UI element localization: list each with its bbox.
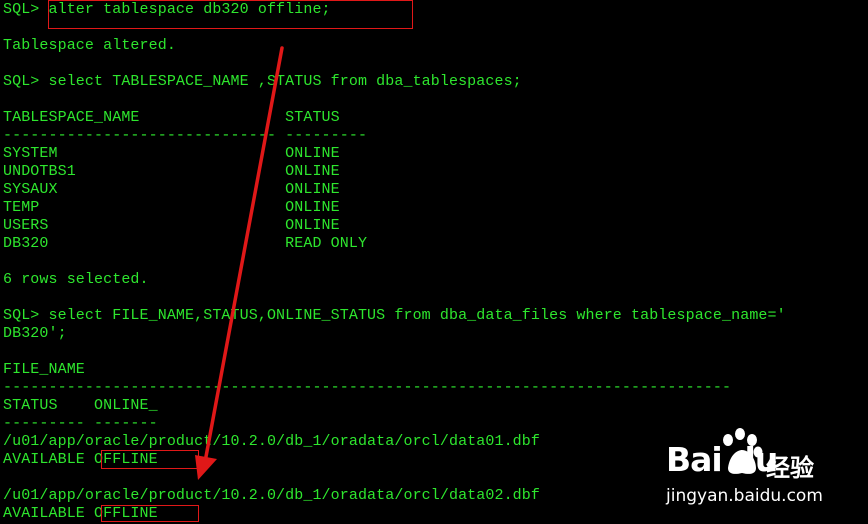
terminal-line: SYSAUX ONLINE [3,181,340,198]
terminal-line: FILE_NAME [3,361,85,378]
terminal-line: USERS ONLINE [3,217,340,234]
terminal-line: ----------------------------------------… [3,379,732,396]
highlight-box-command [48,0,413,29]
terminal-window[interactable]: SQL> alter tablespace db320 offline; Tab… [0,0,868,524]
terminal-line: /u01/app/oracle/product/10.2.0/db_1/orad… [3,487,540,504]
terminal-line: Tablespace altered. [3,37,176,54]
terminal-line: ------------------------------ --------- [3,127,368,144]
terminal-line: DB320 READ ONLY [3,235,368,252]
watermark: Bai du 经验 jingyan.baidu.com [662,428,862,520]
watermark-product: 经验 [766,454,814,482]
watermark-brand: Bai du [666,440,778,479]
terminal-line: SQL> select TABLESPACE_NAME ,STATUS from… [3,73,522,90]
terminal-line: TABLESPACE_NAME STATUS [3,109,340,126]
terminal-line: 6 rows selected. [3,271,149,288]
terminal-line: --------- ------- [3,415,158,432]
terminal-line: UNDOTBS1 ONLINE [3,163,340,180]
terminal-line: DB320'; [3,325,67,342]
terminal-line: /u01/app/oracle/product/10.2.0/db_1/orad… [3,433,540,450]
terminal-line: SQL> select FILE_NAME,STATUS,ONLINE_STAT… [3,307,786,324]
watermark-url: jingyan.baidu.com [666,486,823,506]
highlight-box-offline-1 [101,450,199,469]
terminal-line: STATUS ONLINE_ [3,397,158,414]
terminal-line: TEMP ONLINE [3,199,340,216]
terminal-line: SYSTEM ONLINE [3,145,340,162]
highlight-box-offline-2 [101,505,199,522]
